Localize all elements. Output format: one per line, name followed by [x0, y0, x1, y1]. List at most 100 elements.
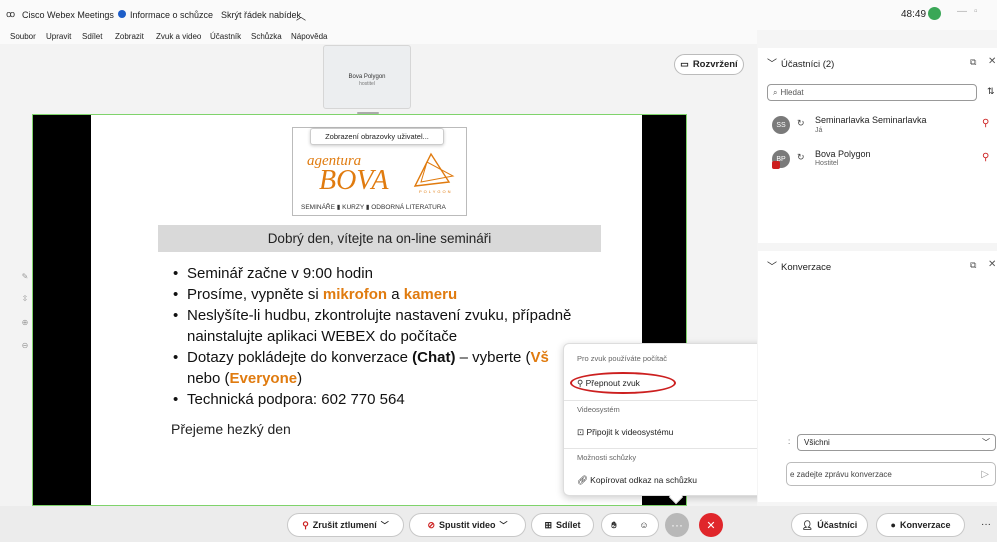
bullet-5-text: Technická podpora: 602 770 564: [187, 391, 405, 408]
menu-ucastnik[interactable]: Účastník: [210, 32, 241, 41]
popout-icon[interactable]: ⧉: [970, 260, 976, 271]
zoom-out-icon[interactable]: ⊖: [18, 341, 32, 350]
chat-button[interactable]: ● Konverzace: [876, 513, 965, 537]
start-video-label: Spustit video: [439, 520, 496, 530]
menu-zvuk-a-video[interactable]: Zvuk a video: [156, 32, 201, 41]
video-off-icon: ⊘: [427, 519, 436, 530]
menu-zobrazit[interactable]: Zobrazit: [115, 32, 144, 41]
annotate-icon[interactable]: ✎: [18, 272, 32, 281]
layout-icon: ▭: [680, 59, 689, 69]
webex-logo-icon: ꝏ: [6, 9, 16, 19]
zoom-in-icon[interactable]: ⊕: [18, 318, 32, 327]
bullet-3-text-a: Neslyšíte-li hudbu, zkontrolujte nastave…: [187, 307, 572, 324]
menu-schuzka[interactable]: Schůzka: [251, 32, 282, 41]
bullet-2-kameru: kameru: [403, 286, 458, 303]
bullet-4: • Dotazy pokládejte do konverzace (Chat) …: [173, 349, 549, 366]
participant-row[interactable]: SS ↻ Seminarlavka Seminarlavka Já ⚲: [767, 111, 992, 141]
letterbox-left: [33, 115, 91, 505]
recipient-label: :: [788, 437, 791, 446]
info-icon[interactable]: [118, 10, 126, 18]
end-meeting-button[interactable]: ✕: [699, 513, 723, 537]
emoji-icon[interactable]: ☺: [639, 520, 648, 530]
sort-icon[interactable]: ⇅: [987, 86, 995, 97]
start-video-button[interactable]: ⊘ Spustit video ﹀: [409, 513, 526, 537]
chevron-down-icon[interactable]: ﹀: [381, 520, 389, 531]
chat-panel: ﹀ Konverzace ⧉ ✕ : Všichni ﹀ e zadejte z…: [758, 251, 997, 502]
chevron-down-icon[interactable]: ﹀: [767, 55, 777, 70]
bullet-3-line2: nainstalujte aplikaci WEBEX do počítače: [187, 328, 458, 345]
host-badge-icon: [772, 161, 780, 169]
mic-muted-icon[interactable]: ⚲: [982, 152, 989, 163]
popup-section-audio: Pro zvuk používáte počítač: [577, 354, 668, 363]
bullet-3: • Neslyšíte-li hudbu, zkontrolujte nastav…: [173, 307, 572, 324]
meeting-info-button[interactable]: Informace o schůzce: [130, 10, 213, 20]
participants-icon: 👤︎: [801, 519, 814, 530]
copy-link-item[interactable]: 🔗︎ Kopírovat odkaz na schůzku: [577, 475, 697, 486]
avatar: SS: [772, 116, 790, 134]
copy-link-label: Kopírovat odkaz na schůzku: [590, 475, 697, 485]
recipient-select[interactable]: Všichni ﹀: [797, 434, 996, 451]
raise-hand-icon[interactable]: ✋︎: [611, 520, 616, 531]
restore-icon[interactable]: ▫: [974, 6, 978, 17]
recipient-value: Všichni: [804, 438, 830, 447]
share-button[interactable]: ⊞ Sdílet: [531, 513, 594, 537]
send-icon[interactable]: ▷: [981, 469, 989, 480]
unmute-button[interactable]: ⚲ Zrušit ztlumení ﹀: [287, 513, 404, 537]
participants-search-input[interactable]: ⌕ Hledat: [767, 84, 977, 101]
bullet-4-line2: nebo (Everyone): [187, 370, 302, 387]
logo-tagline: SEMINÁŘE ▮ KURZY ▮ ODBORNÁ LITERATURA: [301, 204, 446, 211]
menu-soubor[interactable]: Soubor: [10, 32, 36, 41]
logo-polygon: POLYGON: [419, 189, 453, 194]
pointer-icon[interactable]: ⇳: [18, 294, 32, 303]
chevron-down-icon[interactable]: ﹀: [767, 258, 777, 273]
participant-role: Já: [815, 127, 823, 134]
switch-audio-label: Přepnout zvuk: [585, 378, 640, 388]
menu-napoveda[interactable]: Nápověda: [291, 32, 327, 41]
connect-video-item[interactable]: ⊡ Připojit k videosystému: [577, 427, 673, 438]
more-panels-icon[interactable]: ···: [981, 519, 991, 530]
bullet-2-text-a: Prosíme, vypněte si: [187, 286, 323, 303]
thumbnail-role: hostitel: [359, 81, 375, 87]
bullet-2-mikrofon: mikrofon: [322, 286, 388, 303]
popout-icon[interactable]: ⧉: [970, 57, 976, 68]
chevron-up-icon[interactable]: ︿: [296, 8, 306, 23]
slide-footer: Přejeme hezký den: [171, 421, 291, 437]
minimize-icon[interactable]: —: [957, 6, 967, 17]
hide-menu-button[interactable]: Skrýt řádek nabídek: [221, 10, 301, 20]
participant-thumbnail[interactable]: Bova Polygon hostitel: [323, 45, 411, 109]
popup-section-meeting: Možnosti schůzky: [577, 453, 637, 462]
bullet-4-text-g: ): [297, 370, 303, 387]
chat-message-input[interactable]: e zadejte zprávu konverzace ▷: [786, 462, 996, 486]
logo-triangle-icon: [413, 152, 455, 187]
slide-heading: Dobrý den, vítejte na on-line semináři: [267, 231, 492, 246]
menu-sdilet[interactable]: Sdílet: [82, 32, 102, 41]
mic-muted-icon[interactable]: ⚲: [982, 118, 989, 129]
thumbnail-name: Bova Polygon: [348, 74, 386, 80]
audio-connected-icon: ↻: [797, 152, 805, 162]
chevron-down-icon[interactable]: ﹀: [500, 520, 508, 531]
bullet-4-text-a: Dotazy pokládejte do konverzace: [187, 349, 413, 366]
participants-button-label: Účastníci: [817, 520, 858, 530]
reactions-group: ✋︎ ☺: [601, 513, 659, 537]
chat-input-placeholder: e zadejte zprávu konverzace: [790, 469, 892, 479]
bullet-4-text-e: nebo (: [187, 370, 230, 387]
participant-role: Hostitel: [815, 160, 839, 167]
layout-button[interactable]: ▭ Rozvržení: [674, 54, 744, 75]
participants-button[interactable]: 👤︎ Účastníci: [791, 513, 868, 537]
slide-heading-bar: Dobrý den, vítejte na on-line semináři: [158, 225, 601, 252]
close-icon[interactable]: ✕: [988, 56, 996, 67]
participants-title: Účastníci (2): [781, 59, 835, 70]
participant-name: Seminarlavka Seminarlavka: [815, 115, 927, 125]
popup-divider-1: [564, 400, 788, 401]
popup-divider-2: [564, 448, 788, 449]
audio-switch-icon: ⚲: [577, 378, 586, 388]
close-icon[interactable]: ✕: [988, 259, 996, 270]
more-options-button[interactable]: ···: [665, 513, 689, 537]
participant-row[interactable]: BP ↻ Bova Polygon Hostitel ⚲: [767, 145, 992, 175]
meeting-timer: 48:49: [901, 9, 927, 20]
popup-section-video: Videosystém: [577, 405, 620, 414]
mic-muted-icon: ⚲: [302, 519, 309, 530]
connect-video-label: Připojit k videosystému: [586, 427, 674, 437]
menu-upravit[interactable]: Upravit: [46, 32, 71, 41]
participants-panel: ﹀ Účastníci (2) ⧉ ✕ ⌕ Hledat ⇅ SS ↻ Semi…: [758, 48, 997, 243]
